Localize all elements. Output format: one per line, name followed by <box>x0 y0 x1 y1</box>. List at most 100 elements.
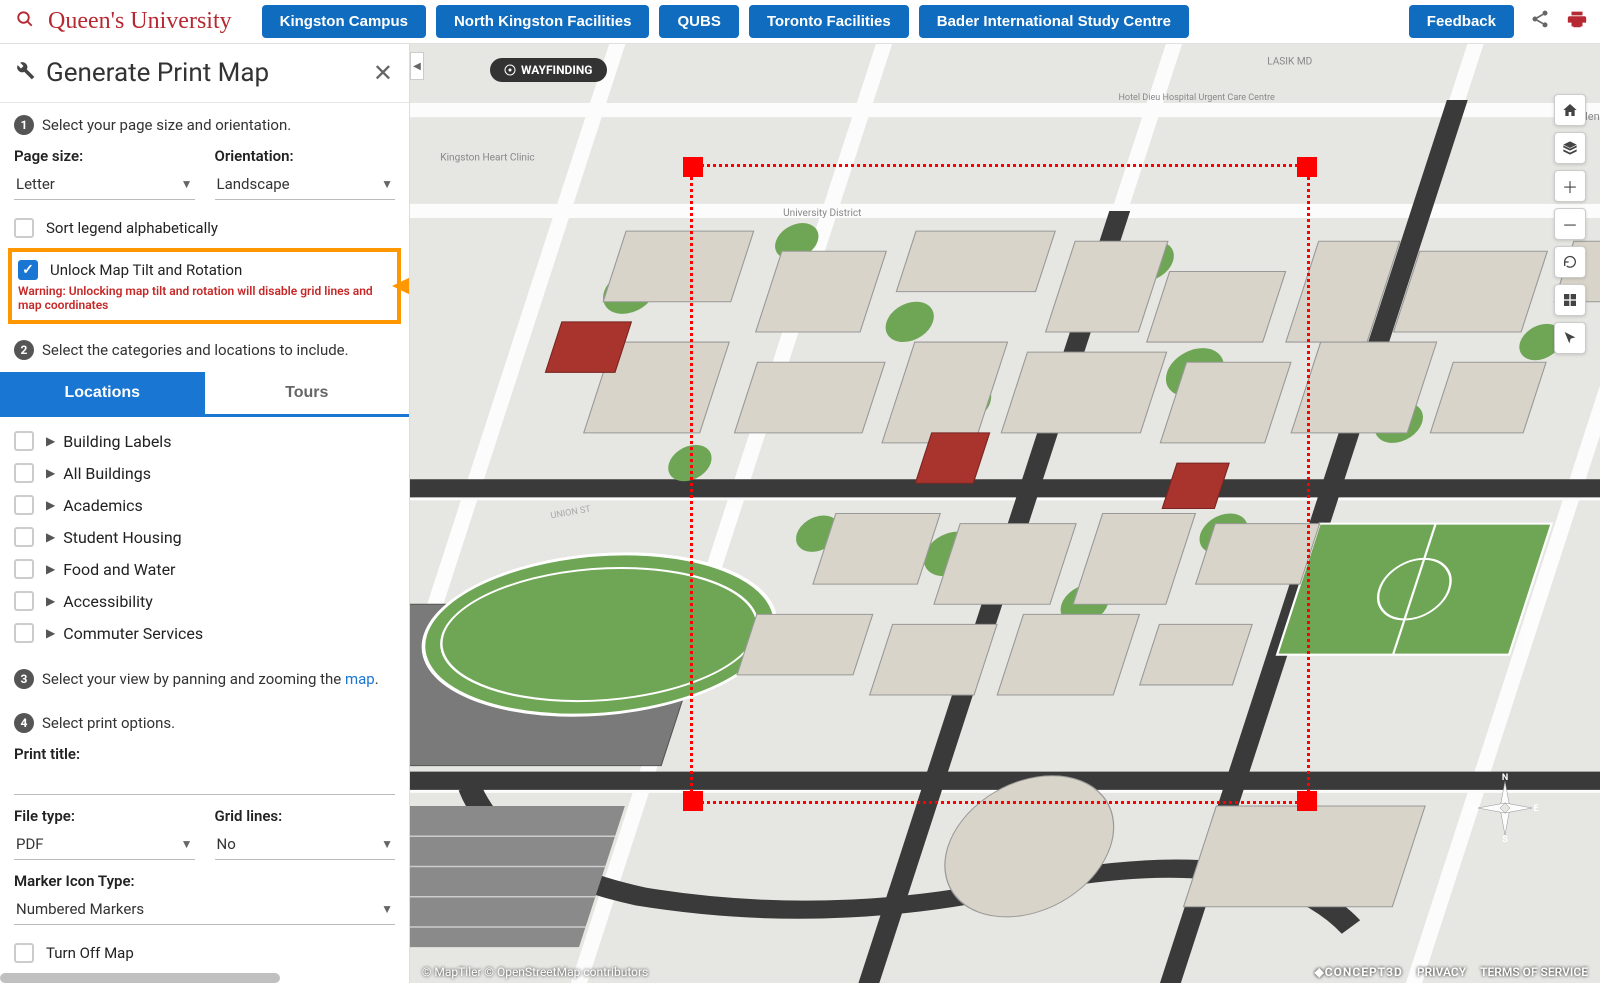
category-checkbox[interactable] <box>14 623 34 643</box>
category-tabs: Locations Tours <box>0 372 409 417</box>
compass-icon[interactable]: N S W E <box>1470 773 1540 843</box>
cursor-icon[interactable] <box>1554 322 1586 354</box>
chevron-down-icon: ▼ <box>381 902 393 916</box>
sort-legend-row: Sort legend alphabetically <box>0 212 409 244</box>
collapse-sidebar-icon[interactable]: ◀ <box>410 52 424 80</box>
sort-legend-label: Sort legend alphabetically <box>46 219 218 237</box>
target-icon <box>504 64 516 76</box>
category-list: ▶Building Labels▶All Buildings▶Academics… <box>0 417 409 657</box>
category-checkbox[interactable] <box>14 431 34 451</box>
unlock-tilt-highlight: Unlock Map Tilt and Rotation Warning: Un… <box>8 248 401 324</box>
chevron-down-icon: ▼ <box>181 177 193 191</box>
category-label: Student Housing <box>63 528 181 547</box>
svg-text:Hotel Dieu Hospital Urgent Car: Hotel Dieu Hospital Urgent Care Centre <box>1118 93 1275 103</box>
category-item[interactable]: ▶ Commuter Services <box>0 617 409 649</box>
step-num-4: 4 <box>14 713 34 733</box>
wayfinding-button[interactable]: WAYFINDING <box>490 58 607 82</box>
map-canvas[interactable]: Syden Kingston Heart Clinic Hotel Dieu H… <box>410 44 1600 983</box>
step-2: 2 Select the categories and locations to… <box>0 328 409 372</box>
chevron-right-icon: ▶ <box>46 594 55 608</box>
turn-off-map-label: Turn Off Map <box>46 944 134 962</box>
step-4: 4 Select print options. <box>0 701 409 745</box>
tab-tours[interactable]: Tours <box>205 372 410 414</box>
step-2-text: Select the categories and locations to i… <box>42 341 349 359</box>
map-background: Syden Kingston Heart Clinic Hotel Dieu H… <box>410 44 1600 983</box>
chevron-down-icon: ▼ <box>381 177 393 191</box>
category-checkbox[interactable] <box>14 495 34 515</box>
print-icon[interactable] <box>1566 8 1588 36</box>
step-num-2: 2 <box>14 340 34 360</box>
concept3d-logo[interactable]: ◆CONCEPT3D <box>1315 965 1403 979</box>
feedback-button[interactable]: Feedback <box>1409 5 1514 38</box>
print-title-input[interactable] <box>14 767 395 795</box>
step-1: 1 Select your page size and orientation. <box>0 103 409 147</box>
map-link[interactable]: map <box>345 670 375 688</box>
terms-link[interactable]: TERMS OF SERVICE <box>1480 965 1588 979</box>
category-item[interactable]: ▶Academics <box>0 489 409 521</box>
category-item[interactable]: ▶Building Labels <box>0 425 409 457</box>
grid-lines-value: No <box>217 835 236 853</box>
category-item[interactable]: ▶ Student Housing <box>0 521 409 553</box>
zoom-in-icon[interactable]: ＋ <box>1554 170 1586 202</box>
sidebar-panel: Generate Print Map ✕ 1 Select your page … <box>0 44 410 983</box>
page-size-label: Page size: <box>14 147 195 165</box>
svg-text:Kingston Heart Clinic: Kingston Heart Clinic <box>440 153 534 164</box>
horizontal-scrollbar[interactable] <box>0 973 280 983</box>
close-icon[interactable]: ✕ <box>373 59 393 88</box>
step-1-text: Select your page size and orientation. <box>42 116 291 134</box>
file-type-select[interactable]: PDF ▼ <box>14 829 195 860</box>
nav-north-kingston[interactable]: North Kingston Facilities <box>436 5 650 38</box>
category-item[interactable]: ▶All Buildings <box>0 457 409 489</box>
unlock-tilt-label: Unlock Map Tilt and Rotation <box>50 261 242 279</box>
nav-bader[interactable]: Bader International Study Centre <box>919 5 1189 38</box>
rotate-icon[interactable] <box>1554 246 1586 278</box>
chevron-right-icon: ▶ <box>46 626 55 640</box>
search-icon[interactable] <box>12 6 38 37</box>
unlock-tilt-checkbox[interactable] <box>18 260 38 280</box>
sort-legend-checkbox[interactable] <box>14 218 34 238</box>
layers-icon[interactable] <box>1554 132 1586 164</box>
file-type-label: File type: <box>14 807 195 825</box>
grid-view-icon[interactable] <box>1554 284 1586 316</box>
category-label: All Buildings <box>63 464 151 483</box>
annotation-arrow-icon <box>392 271 409 301</box>
category-label: Commuter Services <box>63 624 203 643</box>
category-checkbox[interactable] <box>14 527 34 547</box>
home-icon[interactable] <box>1554 94 1586 126</box>
tab-locations[interactable]: Locations <box>0 372 205 414</box>
logo[interactable]: Queen's University <box>48 8 232 35</box>
nav-toronto[interactable]: Toronto Facilities <box>749 5 909 38</box>
marker-icon-value: Numbered Markers <box>16 900 144 918</box>
orientation-label: Orientation: <box>215 147 396 165</box>
chevron-right-icon: ▶ <box>46 530 55 544</box>
header: Queen's University Kingston Campus North… <box>0 0 1600 44</box>
map-attribution: © MapTiler © OpenStreetMap contributors <box>422 965 648 979</box>
category-checkbox[interactable] <box>14 463 34 483</box>
page-size-value: Letter <box>16 175 55 193</box>
marker-icon-select[interactable]: Numbered Markers ▼ <box>14 894 395 925</box>
category-label: Building Labels <box>63 432 171 451</box>
category-item[interactable]: ▶Accessibility <box>0 585 409 617</box>
category-checkbox[interactable] <box>14 559 34 579</box>
page-size-select[interactable]: Letter ▼ <box>14 169 195 200</box>
step-4-text: Select print options. <box>42 714 175 732</box>
category-label: Food and Water <box>63 560 175 579</box>
category-item[interactable]: ▶Food and Water <box>0 553 409 585</box>
file-type-value: PDF <box>16 835 44 853</box>
chevron-right-icon: ▶ <box>46 498 55 512</box>
chevron-down-icon: ▼ <box>181 837 193 851</box>
unlock-tilt-warning: Warning: Unlocking map tilt and rotation… <box>18 280 391 312</box>
zoom-out-icon[interactable]: － <box>1554 208 1586 240</box>
panel-title: Generate Print Map <box>46 58 373 88</box>
privacy-link[interactable]: PRIVACY <box>1417 965 1466 979</box>
share-icon[interactable] <box>1530 9 1550 35</box>
nav-kingston-campus[interactable]: Kingston Campus <box>262 5 426 38</box>
svg-text:W: W <box>1470 804 1478 814</box>
chevron-down-icon: ▼ <box>381 837 393 851</box>
step-3: 3 Select your view by panning and zoomin… <box>0 657 409 701</box>
grid-lines-select[interactable]: No ▼ <box>215 829 396 860</box>
turn-off-map-checkbox[interactable] <box>14 943 34 963</box>
nav-qubs[interactable]: QUBS <box>659 5 738 38</box>
category-checkbox[interactable] <box>14 591 34 611</box>
orientation-select[interactable]: Landscape ▼ <box>215 169 396 200</box>
